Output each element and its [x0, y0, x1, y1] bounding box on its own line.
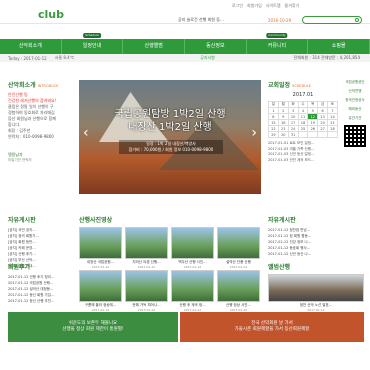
search-icon[interactable] [355, 18, 359, 22]
album-title: 산행사진영상 [79, 217, 113, 224]
right-board-list: 2017-01-12 정찬엽 만남… 2017-01-12 정 회원 활동… 2… [268, 227, 364, 257]
hero-slider[interactable]: 국립공원탐방 1박2일 산행 내장산 1박2일 산행 일정 : 1박 2일 내장산… [79, 80, 261, 194]
contact-sub: 미발기관 연락처 [8, 158, 32, 162]
related-links: 국립공원공단 산악연맹 한국관광공사 해외동산 유관기관 [342, 80, 368, 150]
right-board: 자유게시판 2017-01-12 정찬엽 만남… 2017-01-12 정 회원… [268, 215, 364, 257]
link-item[interactable]: 국립공원공단 [342, 80, 368, 85]
free-board: 자유게시판 [공지] 국민 공지… [공지] 정의 회원가… [공지] 회원 등… [8, 215, 76, 269]
promo-banner-left[interactable]: 쉬운도의 보존두 해볼니요 산행을 정상 회원 제한이 홍원별! [8, 312, 178, 342]
notice-link[interactable]: 공지사항 [200, 55, 215, 61]
menu-tag: Schedule [83, 33, 101, 38]
menu-item-schedule[interactable]: Schedule 일정안내 [62, 33, 124, 54]
popular-keywords[interactable]: 공지 슬로건 산행 회원 등… [178, 17, 264, 23]
menu-tag: Community [266, 33, 288, 38]
gallery-right-title: 앨범산행 [268, 264, 291, 271]
hero-info: 일정 : 1박 2일 내장산/백양사 참가비 : 70,000원 / 회원 정보 … [119, 140, 223, 154]
header-date: 2016-10-29 [268, 17, 292, 23]
link-item[interactable]: 유관기관 [342, 116, 368, 121]
menu-item-album[interactable]: 산행앨범 [123, 39, 186, 54]
header: club 로그인 회원가입 사이트맵 즐겨찾기 공지 슬로건 산행 회원 등… … [0, 0, 370, 24]
join-link[interactable]: 회원가입 [247, 3, 262, 9]
list-item[interactable]: 2017-01-12 등산 산행 추천… [8, 298, 76, 304]
review-list: 2017-01-12 산행 후기 정리… 2017-01-12 국립공원 산행…… [8, 274, 76, 304]
calendar-grid: 일월화수목금토 1234567 8 9 10 11 12 13 14 15 16 17 18 19 2… [268, 101, 338, 138]
review-section: 회원후기 2017-01-12 산행 후기 정리… 2017-01-12 국립공… [8, 262, 76, 304]
album-thumb[interactable]: 구름에 올라 정상에… 2017-01-12 [79, 270, 122, 312]
calendar-title: 교회일정 SCHEDULE [268, 82, 312, 89]
intro-section: 산악회소개 INTRODUCE 안전산행 팀 건강한 레저산행의 참여봐요! 클럽… [8, 80, 76, 163]
album-bottom: 구름에 올라 정상에… 2017-01-12 운해 가득 피어나… 2017-01-… [79, 270, 261, 312]
review-title: 회원후기 [8, 264, 31, 271]
album-thumb[interactable]: 지리산 야경 산행… 2017-01-12 [125, 227, 168, 269]
album-thumb[interactable]: 백두산 산행 사진… 2017-01-12 [171, 227, 214, 269]
intro-text: 안전산행 팀 건강한 레저산행의 참여봐요! 클럽은 정말 일이 산행이 구 경… [8, 92, 57, 139]
gallery-right: 앨범산행 정천 산악 노선 발표… 2017-01-12 [268, 262, 364, 312]
link-item[interactable]: 한국관광공사 [342, 98, 368, 103]
album-bottom-thumbs: 구름에 올라 정상에… 2017-01-12 운해 가득 피어나… 2017-01-… [79, 270, 261, 312]
main-menu: 산악회소개 Schedule 일정안내 산행앨범 동산정보 Community 커뮤… [0, 33, 370, 54]
search-row: 공지 슬로건 산행 회원 등… 2016-10-29 [178, 16, 362, 24]
menu-item-intro[interactable]: 산악회소개 [0, 39, 62, 54]
prev-arrow-icon[interactable]: ‹ [83, 125, 89, 141]
top-nav: 로그인 회원가입 사이트맵 즐겨찾기 [232, 3, 299, 9]
hero-title: 국립공원탐방 1박2일 산행 내장산 1박2일 산행 [114, 109, 226, 133]
menu-item-shop[interactable]: 쇼핑몰 [308, 39, 370, 54]
album-thumb[interactable]: 산행 정상 사진… 2017-01-12 [217, 270, 260, 312]
bookmark-link[interactable]: 즐겨찾기 [285, 3, 300, 9]
qr-code-icon [344, 125, 366, 147]
free-board-title: 자유게시판 [8, 217, 36, 224]
sitemap-link[interactable]: 사이트맵 [266, 3, 281, 9]
search-input[interactable] [302, 16, 362, 24]
visitor-count: 전체회원 : 314 전체방문 : 4,201,854 [293, 55, 361, 60]
link-item[interactable]: 산악연맹 [342, 89, 368, 94]
album-thumb[interactable]: 내장산 국립공원… 2017-01-12 [79, 227, 122, 269]
album-thumb[interactable]: 운해 가득 피어나… 2017-01-12 [125, 270, 168, 312]
album-section: 산행사진영상 내장산 국립공원… 2017-01-12 지리산 야경 산행… 201… [79, 215, 261, 269]
logo[interactable]: club [38, 8, 64, 21]
intro-title: 산악회소개 INTRODUCE [8, 82, 59, 89]
next-arrow-icon[interactable]: › [251, 125, 257, 141]
right-board-title: 자유게시판 [268, 217, 296, 224]
login-link[interactable]: 로그인 [232, 3, 243, 9]
album-thumb[interactable]: 설악산 단풍 산행 2017-01-12 [217, 227, 260, 269]
list-item[interactable]: 2017-01-12 신년 등산 나… [268, 251, 364, 257]
promo-banner-right[interactable]: 전국 산악회원 날 가서 가을시즌 회원제할을 가서 동산회원제할 [180, 312, 364, 342]
link-item[interactable]: 해외동산 [342, 107, 368, 112]
calendar-month: 2017.01 [292, 92, 314, 98]
menu-item-community[interactable]: Community 커뮤니티 [247, 33, 309, 54]
album-thumbs: 내장산 국립공원… 2017-01-12 지리산 야경 산행… 2017-01-12… [79, 227, 261, 269]
weather: 서울 8.4℃ [54, 55, 75, 60]
list-item[interactable]: 2017-01-03 산천 계곡 보드… [268, 158, 338, 164]
calendar: 교회일정 SCHEDULE 2017.01 일월화수목금토 1234567 891… [268, 80, 338, 163]
today-date: Today : 2017-01-12 [8, 55, 47, 61]
calendar-events: 2017-01-01 로트 보인 일정… 2017-01-03 겨울 가족 산행… [268, 141, 338, 163]
album-thumb[interactable]: 산행 후 계곡 정… 2017-01-12 [171, 270, 214, 312]
menu-item-info[interactable]: 동산정보 [185, 39, 247, 54]
album-thumb[interactable]: 정천 산악 노선 발표… 2017-01-12 [268, 274, 364, 312]
sub-bar: Today : 2017-01-12 서울 8.4℃ 공지사항 전체회원 : 3… [0, 54, 370, 62]
